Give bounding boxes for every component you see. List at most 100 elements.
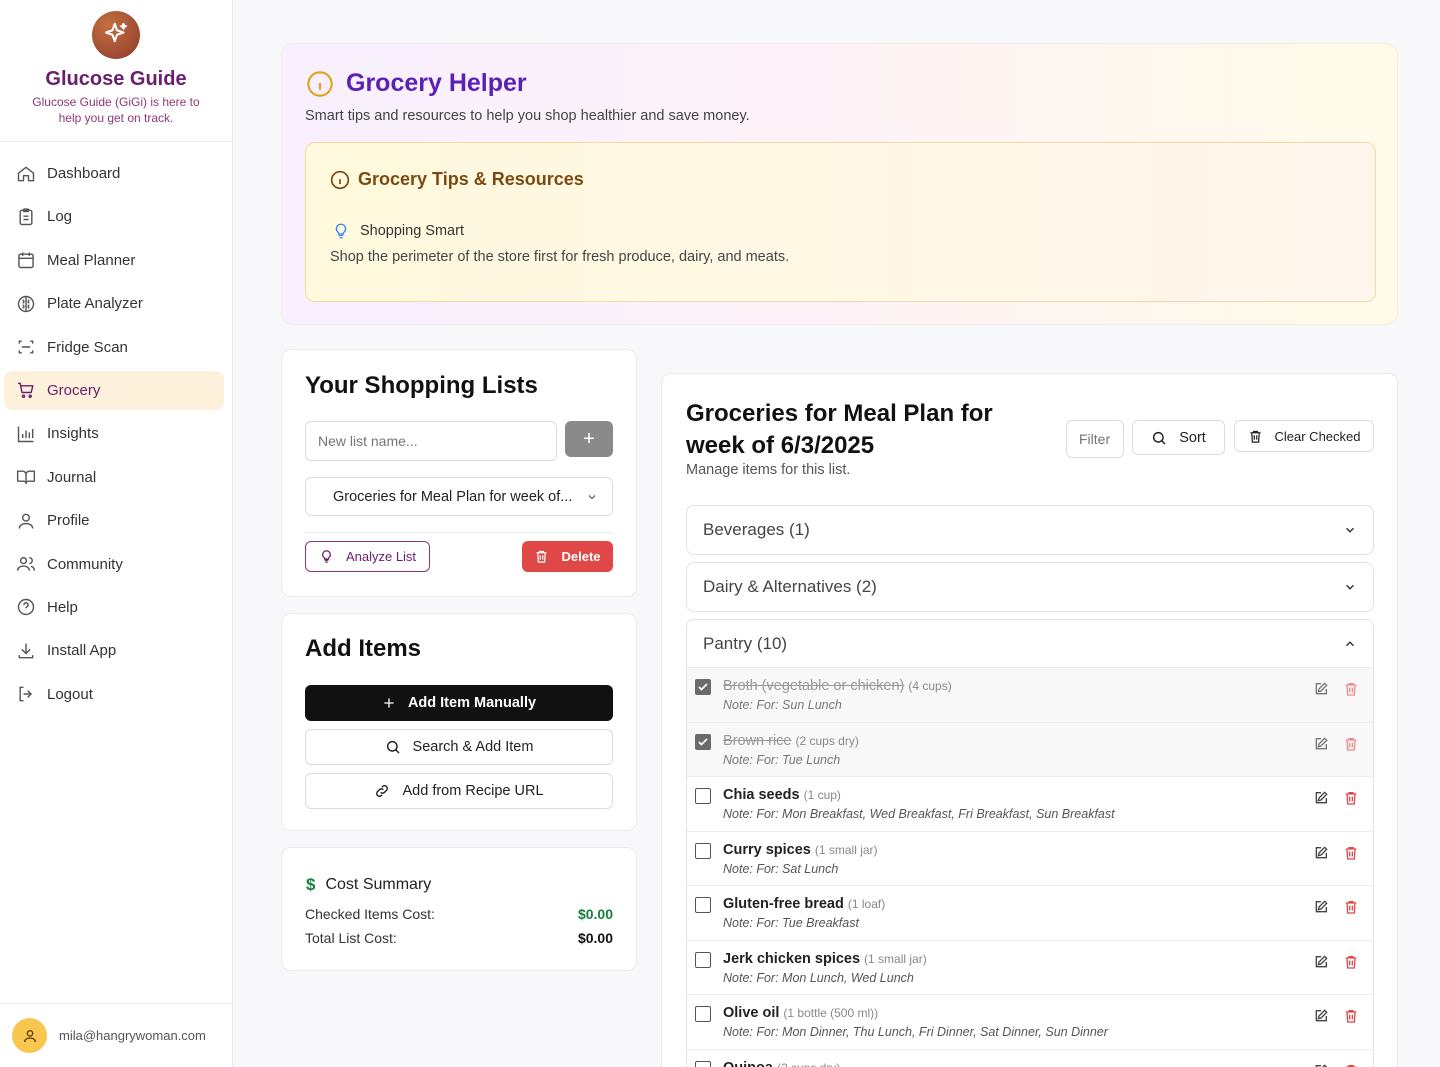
trash-icon[interactable] — [1343, 845, 1359, 861]
add-list-button[interactable]: + — [565, 421, 613, 457]
edit-icon[interactable] — [1313, 790, 1329, 806]
item-name: Gluten-free bread (1 loaf) — [723, 896, 885, 912]
item-checkbox[interactable] — [695, 788, 711, 804]
item-checkbox[interactable] — [695, 842, 711, 859]
sort-button[interactable]: Sort — [1132, 420, 1225, 455]
item-name-text: Gluten-free bread — [723, 896, 844, 912]
item-name-text: Broth (vegetable or chicken) — [723, 678, 905, 694]
chevron-down-icon — [1346, 527, 1354, 533]
category-dairy[interactable]: Dairy & Alternatives (2) — [686, 562, 1374, 612]
item-name-text: Curry spices — [723, 841, 811, 858]
link-icon — [376, 785, 389, 797]
tips-box: Grocery Tips & Resources Shopping Smart … — [305, 142, 1376, 302]
lightbulb-icon — [322, 550, 331, 563]
nav-label: Fridge Scan — [47, 338, 128, 356]
info-icon — [307, 70, 333, 97]
search-icon — [386, 740, 400, 754]
cost-summary-title: Cost Summary — [325, 876, 432, 893]
grocery-item-row: Olive oil (1 bottle (500 ml)) Note: For: M… — [687, 995, 1373, 1050]
nav-plate-analyzer[interactable]: Plate Analyzer — [4, 284, 224, 323]
sidebar-nav: Dashboard Log Meal Planner Plate Analyze… — [0, 142, 232, 714]
trash-icon[interactable] — [1343, 954, 1359, 970]
user-icon — [23, 1029, 36, 1042]
nav-insights[interactable]: Insights — [4, 414, 224, 453]
grocery-item-row: Jerk chicken spices (1 small jar) Note: Fo… — [687, 940, 1373, 995]
item-name: Chia seeds (1 cup) — [723, 787, 841, 803]
category-pantry: Pantry (10) Broth (vegetable or chicken)… — [686, 619, 1374, 1067]
tips-header: Grocery Tips & Resources — [330, 169, 584, 190]
nav-logout[interactable]: Logout — [4, 675, 224, 714]
nav-profile[interactable]: Profile — [4, 501, 224, 540]
delete-list-label: Delete — [561, 549, 601, 564]
chevron-down-icon — [1346, 584, 1354, 590]
category-label: Dairy & Alternatives (2) — [703, 577, 877, 596]
filter-input[interactable] — [1066, 420, 1124, 458]
trash-icon[interactable] — [1343, 736, 1359, 752]
item-quantity: (4 cups) — [908, 679, 952, 693]
search-add-item-button[interactable]: Search & Add Item — [305, 729, 613, 765]
nav-journal[interactable]: Journal — [4, 458, 224, 497]
list-detail-title: Groceries for Meal Plan for week of 6/3/… — [686, 400, 993, 459]
new-list-name-input[interactable] — [305, 421, 557, 461]
dollar-icon: $ — [306, 875, 316, 894]
item-checkbox[interactable] — [695, 1060, 711, 1067]
edit-icon[interactable] — [1313, 954, 1329, 970]
chevron-up-icon — [1346, 640, 1354, 646]
category-beverages[interactable]: Beverages (1) — [686, 505, 1374, 555]
scan-icon — [18, 340, 34, 354]
category-label: Pantry (10) — [703, 633, 788, 653]
trash-icon[interactable] — [1343, 1008, 1359, 1024]
pantry-header[interactable]: Pantry (10) — [687, 620, 1373, 668]
add-from-recipe-url-button[interactable]: Add from Recipe URL — [305, 773, 613, 809]
item-checkbox[interactable] — [695, 1006, 711, 1022]
nav-dashboard[interactable]: Dashboard — [4, 154, 224, 193]
nav-label: Logout — [47, 685, 93, 703]
nav-label: Profile — [47, 512, 90, 530]
add-item-manually-button[interactable]: Add Item Manually — [305, 685, 613, 721]
analyze-list-button[interactable]: Analyze List — [305, 541, 430, 572]
edit-icon[interactable] — [1313, 845, 1329, 861]
add-item-manually-label: Add Item Manually — [407, 695, 537, 711]
trash-icon[interactable] — [1343, 681, 1359, 697]
edit-icon[interactable] — [1313, 1063, 1329, 1067]
item-name: Olive oil (1 bottle (500 ml)) — [723, 1005, 878, 1021]
nav-label: Log — [47, 208, 73, 226]
item-checkbox[interactable] — [695, 733, 711, 750]
clear-checked-button[interactable]: Clear Checked — [1234, 420, 1374, 452]
nav-community[interactable]: Community — [4, 545, 224, 584]
grocery-item-row: Quinoa (2 cups dry) — [687, 1049, 1373, 1067]
trash-icon[interactable] — [1343, 1063, 1359, 1067]
list-detail-subtitle: Manage items for this list. — [686, 462, 851, 478]
item-checkbox[interactable] — [695, 897, 711, 913]
cart-icon — [18, 383, 34, 399]
nav-meal-planner[interactable]: Meal Planner — [4, 241, 224, 280]
trash-icon[interactable] — [1343, 899, 1359, 915]
nav-grocery[interactable]: Grocery — [4, 370, 224, 410]
nav-help[interactable]: Help — [4, 588, 224, 627]
add-items-card: Add Items Add Item Manually Search & Add… — [281, 613, 637, 831]
nav-install-app[interactable]: Install App — [4, 631, 224, 670]
nav-label: Install App — [47, 642, 117, 660]
nav-log[interactable]: Log — [4, 197, 224, 236]
sparkle-logo-icon — [92, 11, 140, 59]
edit-icon[interactable] — [1313, 736, 1329, 752]
item-note: Note: For: Sat Lunch — [723, 861, 839, 876]
checked-cost-label: Checked Items Cost: — [305, 906, 435, 922]
tip-title: Shopping Smart — [332, 221, 464, 241]
analyze-list-label: Analyze List — [345, 549, 417, 564]
list-select[interactable]: Groceries for Meal Plan for week of... — [305, 477, 613, 516]
edit-icon[interactable] — [1313, 681, 1329, 697]
trash-icon[interactable] — [1343, 790, 1359, 806]
item-checkbox[interactable] — [695, 951, 711, 968]
home-icon — [17, 166, 35, 181]
edit-icon[interactable] — [1313, 899, 1329, 915]
delete-list-button[interactable]: Delete — [522, 541, 613, 572]
user-bar[interactable]: mila@hangrywoman.com — [0, 1003, 233, 1067]
item-checkbox[interactable] — [695, 679, 711, 695]
user-icon — [18, 513, 34, 529]
nav-fridge-scan[interactable]: Fridge Scan — [4, 328, 224, 367]
item-note: Note: For: Tue Lunch — [723, 752, 841, 767]
user-email: mila@hangrywoman.com — [59, 1028, 206, 1043]
edit-icon[interactable] — [1313, 1008, 1329, 1024]
chevron-down-icon — [588, 494, 596, 499]
